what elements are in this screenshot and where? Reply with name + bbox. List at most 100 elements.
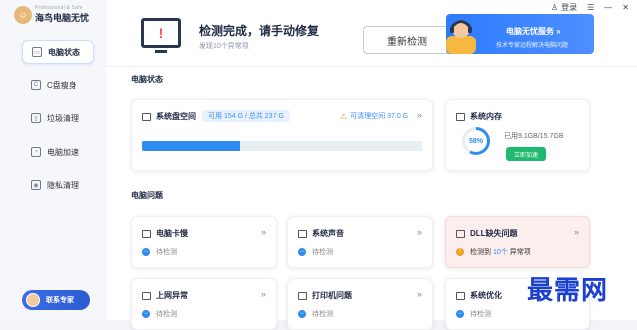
problem-status: − 待检测 (142, 309, 177, 319)
dll-icon (456, 229, 465, 238)
problem-title: 打印机问题 (312, 291, 352, 300)
watermark: 最需网 (527, 276, 609, 306)
trash-icon: ▯ (31, 113, 41, 123)
sidebar-item-pc-status[interactable]: ▭ 电脑状态 (22, 40, 94, 64)
problem-card-sound[interactable]: 系统声音 » − 待检测 (287, 216, 433, 268)
support-agent-icon (446, 20, 476, 54)
problem-title: 电脑卡慢 (156, 229, 188, 238)
problem-status-pre: 检测到 (470, 249, 491, 256)
problem-status-text: 待检测 (156, 249, 177, 256)
cleanable-text: 可清理空间 37.0 G (350, 113, 409, 120)
disk-icon: C (31, 80, 41, 90)
disk-icon (142, 112, 151, 121)
problem-card-dll[interactable]: DLL缺失问题 » ! 检测到 10个 异常项 (445, 216, 590, 268)
problems-section-title: 电脑问题 (131, 191, 163, 200)
sidebar-item-junk-clean[interactable]: ▯ 垃圾清理 (22, 107, 92, 129)
contact-expert-label: 联系专家 (46, 297, 74, 304)
memory-card-header: 系统内存 (456, 111, 502, 122)
problem-title: 上网异常 (156, 291, 188, 300)
sidebar-item-label: 隐私清理 (47, 180, 79, 190)
memory-title: 系统内存 (470, 112, 502, 121)
problem-status: − 待检测 (298, 309, 333, 319)
divider (107, 66, 637, 67)
problem-card-lag[interactable]: 电脑卡慢 » − 待检测 (131, 216, 277, 268)
service-subtitle: 技术专家远程解决电脑问题 (496, 43, 569, 49)
memory-card[interactable]: 系统内存 58% 已用9.1GB/15.7GB 立即加速 (445, 99, 590, 171)
disk-usage-bar (142, 141, 422, 151)
problem-status: ! 检测到 10个 异常项 (456, 247, 531, 257)
problem-count: 10个 (493, 249, 508, 256)
rescan-button[interactable]: 重新检测 (363, 26, 451, 54)
problem-card-header: 上网异常 (142, 290, 188, 301)
pending-icon: − (298, 248, 306, 256)
privacy-icon: ◉ (31, 180, 41, 190)
problem-status-text: 待检测 (312, 249, 333, 256)
sidebar-item-speedup[interactable]: ◔ 电脑加速 (22, 141, 92, 163)
chevron-right-icon[interactable]: » (417, 227, 422, 237)
status-section-title: 电脑状态 (131, 75, 163, 84)
problem-card-header: 电脑卡慢 (142, 228, 188, 239)
problem-card-header: 系统声音 (298, 228, 344, 239)
problem-status: − 待检测 (456, 309, 491, 319)
disk-space-card[interactable]: 系统盘空间 可用 154 G / 总共 237 G ⚠ 可清理空间 37.0 G… (131, 99, 433, 171)
sidebar-item-label: 垃圾清理 (47, 113, 79, 123)
chevron-right-icon[interactable]: » (417, 110, 422, 120)
problem-card-header: 系统优化 (456, 290, 502, 301)
warning-icon: ⚠ (340, 111, 348, 121)
problem-status-text: 待检测 (470, 311, 491, 318)
monitor-icon: ▭ (32, 47, 42, 57)
sidebar-item-privacy[interactable]: ◉ 隐私清理 (22, 174, 92, 196)
service-banner[interactable]: 电脑无忧服务 » 技术专家远程解决电脑问题 (446, 14, 594, 54)
printer-icon (298, 291, 307, 300)
sidebar-item-label: 电脑状态 (48, 47, 80, 57)
problem-card-printer[interactable]: 打印机问题 » − 待检测 (287, 278, 433, 330)
problem-status: − 待检测 (298, 247, 333, 257)
problem-title: DLL缺失问题 (470, 229, 518, 238)
problem-card-network[interactable]: 上网异常 » − 待检测 (131, 278, 277, 330)
problem-card-header: 打印机问题 (298, 290, 352, 301)
memory-used-text: 已用9.1GB/15.7GB (504, 133, 564, 140)
problem-status: − 待检测 (142, 247, 177, 257)
pending-icon: − (142, 248, 150, 256)
banner-subtitle: 发现10个异常项 (199, 43, 249, 50)
cleanable-space[interactable]: ⚠ 可清理空间 37.0 G (340, 111, 408, 121)
disk-usage-fill (142, 141, 240, 151)
lag-icon (142, 229, 151, 238)
disk-title: 系统盘空间 (156, 112, 196, 121)
sidebar-item-label: C盘瘦身 (47, 80, 77, 90)
pending-icon: − (142, 310, 150, 318)
app-logo: ☺ Professional & Safe 海鸟电脑无忧 (14, 5, 89, 24)
expert-avatar (26, 293, 40, 307)
chevron-right-icon[interactable]: » (261, 227, 266, 237)
problem-status-text: 待检测 (312, 311, 333, 318)
speed-icon: ◔ (31, 147, 41, 157)
app-name: 海鸟电脑无忧 (35, 13, 90, 23)
sidebar: ☺ Professional & Safe 海鸟电脑无忧 ▭ 电脑状态 C C盘… (0, 0, 107, 320)
sidebar-item-c-slim[interactable]: C C盘瘦身 (22, 74, 92, 96)
problem-status-post: 异常项 (509, 249, 531, 256)
problem-card-header: DLL缺失问题 (456, 228, 518, 239)
chevron-right-icon[interactable]: » (261, 289, 266, 299)
optimize-icon (456, 291, 465, 300)
pending-icon: − (298, 310, 306, 318)
monitor-stand (155, 50, 167, 53)
sidebar-item-label: 电脑加速 (47, 147, 79, 157)
memory-usage-ring: 58% (462, 127, 490, 155)
chevron-right-icon[interactable]: » (417, 289, 422, 299)
contact-expert-button[interactable]: 联系专家 (22, 290, 90, 310)
wifi-icon (142, 291, 151, 300)
memory-icon (456, 112, 465, 121)
logo-mascot-icon: ☺ (14, 5, 32, 24)
speaker-icon (298, 229, 307, 238)
warning-monitor-icon: ! (141, 18, 181, 48)
problem-title: 系统声音 (312, 229, 344, 238)
banner-title: 检测完成，请手动修复 (199, 24, 320, 38)
pending-icon: − (456, 310, 464, 318)
chevron-right-icon[interactable]: » (574, 227, 579, 237)
speed-up-button[interactable]: 立即加速 (506, 147, 546, 161)
memory-percent: 58% (465, 130, 487, 152)
problem-status-text: 待检测 (156, 311, 177, 318)
problem-title: 系统优化 (470, 291, 502, 300)
disk-capacity-badge: 可用 154 G / 总共 237 G (202, 110, 290, 122)
service-title: 电脑无忧服务 » (506, 27, 561, 36)
